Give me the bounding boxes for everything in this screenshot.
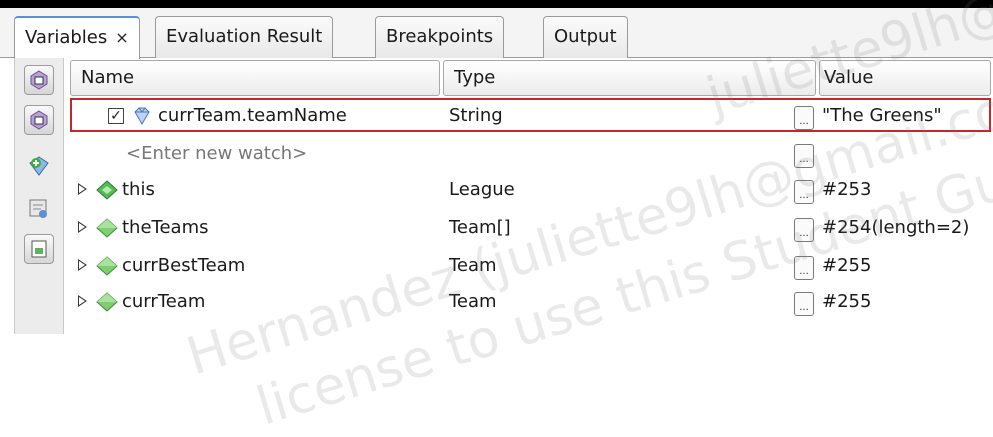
variable-row-this[interactable]: this League ... #253	[66, 172, 993, 208]
column-header-type[interactable]: Type	[443, 60, 816, 96]
tab-variables[interactable]: Variables ×	[14, 16, 140, 59]
field-gem-icon	[96, 256, 118, 276]
column-header-name[interactable]: Name	[70, 60, 440, 96]
variable-name: currTeam	[122, 291, 206, 312]
variable-value-edit-button[interactable]: ...	[794, 218, 814, 242]
new-watch-button[interactable]	[24, 65, 54, 95]
close-icon[interactable]: ×	[115, 28, 128, 47]
variable-type: League	[449, 179, 515, 200]
variable-type: Team	[449, 255, 497, 276]
expand-icon[interactable]	[78, 295, 87, 307]
expand-icon[interactable]	[78, 259, 87, 271]
variable-name: currBestTeam	[122, 255, 246, 276]
column-name-label: Name	[81, 67, 135, 88]
variable-value: #255	[822, 291, 872, 312]
tab-output[interactable]: Output	[543, 16, 628, 58]
variable-type: Team	[449, 291, 497, 312]
new-watch-row[interactable]: <Enter new watch> ...	[66, 136, 993, 172]
new-watch-value-button[interactable]: ...	[794, 144, 814, 168]
expand-icon[interactable]	[78, 221, 87, 233]
object-gem-icon	[96, 180, 118, 200]
variable-value: #255	[822, 255, 872, 276]
variable-value-edit-button[interactable]: ...	[794, 292, 814, 316]
tab-breakpoints-label: Breakpoints	[386, 26, 494, 47]
variables-side-toolbar	[14, 58, 64, 334]
watch-options-button[interactable]	[24, 105, 54, 135]
column-value-label: Value	[824, 67, 874, 88]
document-icon	[31, 240, 47, 258]
variable-name: this	[122, 179, 155, 200]
tab-evaluation-result[interactable]: Evaluation Result	[155, 16, 334, 58]
column-type-label: Type	[454, 67, 496, 88]
debugger-tab-strip: Variables × Evaluation Result Breakpoints…	[0, 8, 993, 59]
new-watch-input[interactable]: <Enter new watch>	[126, 136, 307, 172]
variable-type: Team[]	[449, 217, 511, 238]
column-header-value[interactable]: Value	[819, 60, 991, 96]
variable-value-edit-button[interactable]: ...	[794, 256, 814, 280]
watch-icon	[30, 70, 48, 90]
add-watch-button[interactable]	[24, 151, 54, 181]
variables-table: Name Type Value ✓ currTeam.teamName Stri…	[66, 58, 993, 334]
watch-row-highlight	[70, 98, 991, 132]
variable-row-theteams[interactable]: theTeams Team[] ... #254(length=2)	[66, 210, 993, 246]
field-gem-icon	[96, 218, 118, 238]
window-top-edge	[0, 0, 993, 8]
variable-value: #254(length=2)	[822, 217, 970, 238]
watch-settings-icon	[30, 110, 48, 130]
variable-row-currteam[interactable]: currTeam Team ... #255	[66, 284, 993, 320]
tab-variables-label: Variables	[25, 27, 108, 48]
variable-row-currbestteam[interactable]: currBestTeam Team ... #255	[66, 248, 993, 284]
tab-breakpoints[interactable]: Breakpoints	[375, 16, 505, 58]
show-output-button[interactable]	[24, 234, 54, 264]
evaluate-icon	[29, 199, 47, 218]
field-gem-icon	[96, 292, 118, 312]
expand-icon[interactable]	[78, 183, 87, 195]
variable-value: #253	[822, 179, 872, 200]
tab-output-label: Output	[554, 26, 617, 47]
evaluate-button[interactable]	[24, 194, 54, 224]
variable-value-edit-button[interactable]: ...	[794, 180, 814, 204]
variable-name: theTeams	[122, 217, 209, 238]
add-watch-icon	[29, 156, 49, 176]
tab-evaluation-result-label: Evaluation Result	[166, 26, 323, 47]
